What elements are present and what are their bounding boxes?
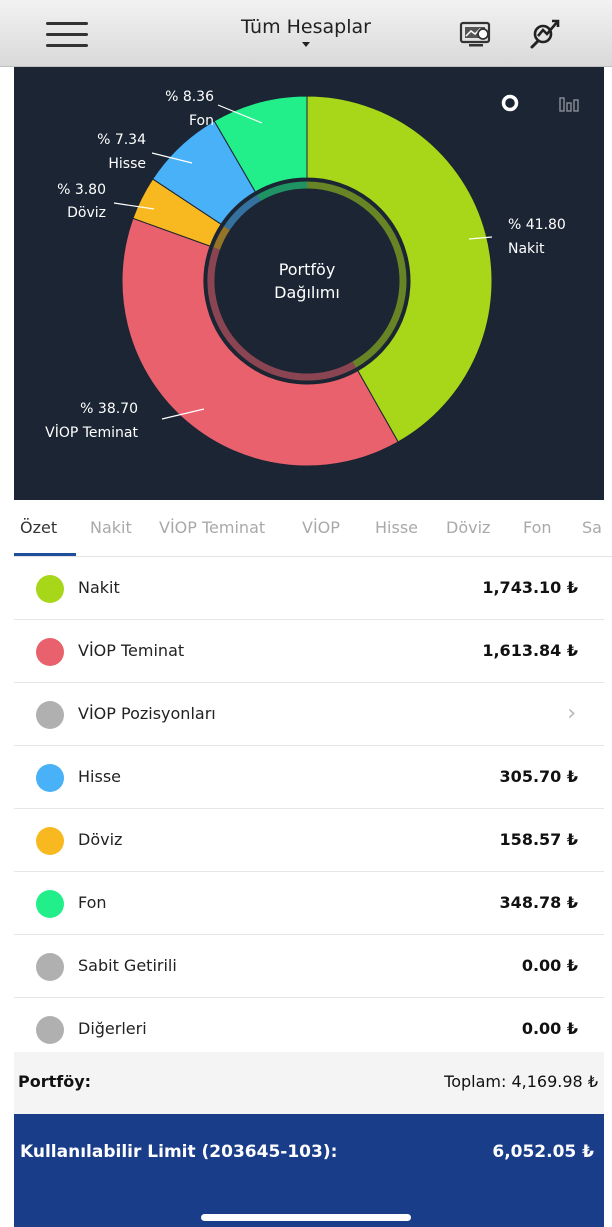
hamburger-menu-icon[interactable] xyxy=(46,20,88,48)
inner-ring-segment-2 xyxy=(213,226,230,250)
row-label: Nakit xyxy=(78,578,120,597)
donut-chart: Portföy Dağılımı % 41.80 Nakit % 38.70 VİOP T… xyxy=(45,89,566,467)
row-amount: 158.57 ₺ xyxy=(499,830,578,849)
slice-percent-label: % 3.80 xyxy=(57,182,106,198)
row-label: Sabit Getirili xyxy=(78,956,177,975)
list-item-nakit[interactable]: Nakit 1,743.10 ₺ xyxy=(14,557,604,620)
chevron-right-icon: › xyxy=(567,701,576,726)
row-label: Hisse xyxy=(78,767,121,786)
category-tabs: Özet Nakit VİOP Teminat VİOP Hisse Döviz… xyxy=(14,500,612,557)
home-indicator[interactable] xyxy=(201,1214,411,1221)
tab-fon[interactable]: Fon xyxy=(523,518,552,537)
list-item-viop-teminat[interactable]: VİOP Teminat 1,613.84 ₺ xyxy=(14,620,604,683)
bar-chart-icon[interactable] xyxy=(558,93,580,113)
slice-name-label: Döviz xyxy=(67,205,106,221)
row-amount: 0.00 ₺ xyxy=(521,956,578,975)
tab-ozet[interactable]: Özet xyxy=(20,518,57,537)
list-item-doviz[interactable]: Döviz 158.57 ₺ xyxy=(14,809,604,872)
analysis-icon[interactable] xyxy=(528,16,564,52)
donut-slice-1 xyxy=(121,217,399,467)
center-label: Portföy xyxy=(279,260,336,279)
portfolio-summary-bar: Portföy: Toplam: 4,169.98 ₺ xyxy=(14,1052,604,1114)
row-label: VİOP Pozisyonları xyxy=(78,704,216,723)
list-item-sabit-getirili[interactable]: Sabit Getirili 0.00 ₺ xyxy=(14,935,604,998)
row-amount: 305.70 ₺ xyxy=(499,767,578,786)
list-item-hisse[interactable]: Hisse 305.70 ₺ xyxy=(14,746,604,809)
row-amount: 348.78 ₺ xyxy=(499,893,578,912)
slice-percent-label: % 38.70 xyxy=(80,401,138,417)
center-label: Dağılımı xyxy=(274,283,340,302)
available-limit-bar: Kullanılabilir Limit (203645-103): 6,052… xyxy=(14,1114,604,1227)
portfolio-label: Portföy: xyxy=(18,1072,92,1091)
slice-name-label: Hisse xyxy=(108,156,146,172)
slice-name-label: Fon xyxy=(189,113,214,129)
slice-name-label: VİOP Teminat xyxy=(45,423,138,441)
list-item-viop-pozisyonlari[interactable]: VİOP Pozisyonları › xyxy=(14,683,604,746)
color-dot xyxy=(36,890,64,918)
account-selector[interactable]: Tüm Hesaplar xyxy=(200,14,412,58)
top-navigation-bar: Tüm Hesaplar xyxy=(0,0,612,67)
list-item-fon[interactable]: Fon 348.78 ₺ xyxy=(14,872,604,935)
portfolio-total: Toplam: 4,169.98 ₺ xyxy=(444,1072,598,1091)
tab-viop-teminat[interactable]: VİOP Teminat xyxy=(159,518,265,537)
row-amount: 0.00 ₺ xyxy=(521,1019,578,1038)
row-label: Fon xyxy=(78,893,107,912)
slice-percent-label: % 41.80 xyxy=(508,217,566,233)
account-selector-label: Tüm Hesaplar xyxy=(241,16,371,38)
color-dot xyxy=(36,764,64,792)
available-limit-value: 6,052.05 ₺ xyxy=(492,1142,594,1162)
tab-doviz[interactable]: Döviz xyxy=(446,518,490,537)
tab-viop[interactable]: VİOP xyxy=(302,518,340,537)
row-amount: 1,743.10 ₺ xyxy=(482,578,578,597)
color-dot xyxy=(36,827,64,855)
color-dot xyxy=(36,638,64,666)
row-label: Diğerleri xyxy=(78,1019,147,1038)
donut-chart-icon[interactable] xyxy=(500,93,520,113)
row-amount: 1,613.84 ₺ xyxy=(482,641,578,660)
active-tab-indicator xyxy=(14,553,76,556)
slice-name-label: Nakit xyxy=(508,241,545,257)
color-dot xyxy=(36,575,64,603)
row-label: Döviz xyxy=(78,830,123,849)
slice-percent-label: % 8.36 xyxy=(165,89,214,105)
tab-hisse[interactable]: Hisse xyxy=(375,518,418,537)
caret-down-icon xyxy=(302,42,310,47)
available-limit-label: Kullanılabilir Limit (203645-103): xyxy=(20,1142,338,1162)
market-screen-icon[interactable] xyxy=(458,16,494,52)
color-dot xyxy=(36,1016,64,1044)
color-dot xyxy=(36,953,64,981)
tab-nakit[interactable]: Nakit xyxy=(90,518,132,537)
row-label: VİOP Teminat xyxy=(78,641,185,660)
tab-sabit-getirili[interactable]: Sa xyxy=(582,518,602,537)
slice-percent-label: % 7.34 xyxy=(97,132,146,148)
color-dot xyxy=(36,701,64,729)
portfolio-chart-panel: Portföy Dağılımı % 41.80 Nakit % 38.70 VİOP T… xyxy=(14,67,604,500)
